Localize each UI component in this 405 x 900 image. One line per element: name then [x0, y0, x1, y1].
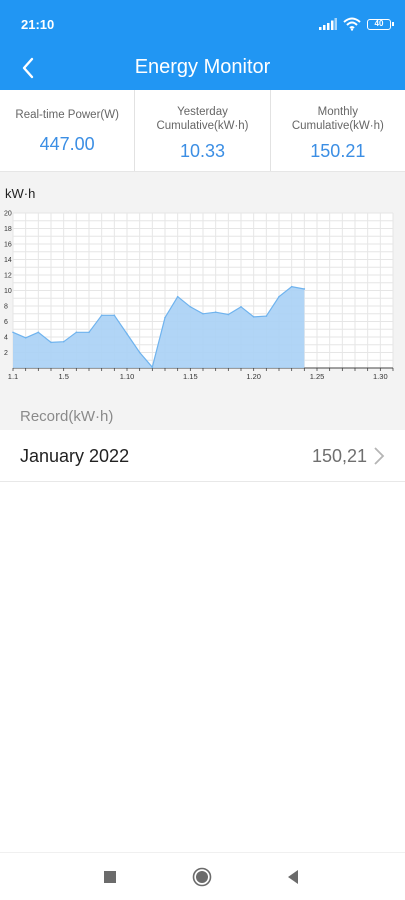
x-tick-label: 1.1: [8, 372, 18, 381]
x-tick-label: 1.15: [183, 372, 198, 381]
x-tick-label: 1.10: [120, 372, 135, 381]
record-value: 150,21: [311, 446, 367, 466]
system-nav-bar: [0, 852, 405, 900]
data-point: [227, 313, 230, 316]
circle-icon: [192, 867, 212, 887]
x-tick-label: 1.30: [373, 372, 388, 381]
recents-button[interactable]: [100, 867, 120, 887]
data-point: [126, 333, 128, 335]
data-point: [88, 331, 90, 334]
data-point: [164, 316, 166, 319]
data-point: [151, 366, 154, 369]
status-bar: 21:10 40: [0, 0, 405, 46]
status-icons: 40: [319, 17, 394, 31]
signal-icon: [319, 18, 337, 30]
y-tick-label: 2: [4, 350, 8, 357]
data-point: [176, 295, 179, 298]
data-point: [214, 311, 217, 313]
data-point: [138, 351, 141, 354]
data-point: [265, 315, 268, 317]
data-point: [189, 305, 192, 308]
data-point: [37, 331, 40, 334]
record-month: January 2022: [20, 446, 130, 466]
stat-yesterday-cumulative: Yesterday Cumulative(kW·h) 10.33: [134, 90, 269, 171]
stat-realtime-power: Real-time Power(W) 447.00: [0, 90, 134, 171]
data-point: [202, 312, 204, 315]
data-point: [50, 341, 52, 344]
y-tick-label: 6: [4, 319, 8, 326]
data-point: [113, 314, 116, 317]
y-tick-label: 16: [4, 242, 12, 249]
stat-label: Yesterday Cumulative(kW·h): [156, 106, 249, 132]
triangle-back-icon: [288, 870, 298, 884]
data-point: [252, 316, 255, 318]
data-point: [290, 285, 293, 288]
stat-value: 447.00: [39, 134, 95, 154]
y-tick-label: 18: [4, 226, 12, 233]
y-tick-label: 12: [4, 273, 12, 280]
battery-icon: 40: [367, 18, 394, 30]
energy-chart: 20 18 16 14 12 10 8 6 4 2 1.1 1.5 1.10 1.15 1.20 1.25 1.…: [4, 211, 394, 381]
x-tick-label: 1.25: [310, 372, 325, 381]
data-point: [278, 295, 280, 298]
status-time: 21:10: [21, 17, 55, 32]
records-section-title: Record(kW·h): [20, 408, 114, 425]
stat-label: Monthly Cumulative(kW·h): [291, 106, 384, 132]
y-tick-label: 8: [4, 304, 8, 311]
data-point: [62, 340, 65, 343]
y-tick-label: 14: [4, 257, 12, 264]
chevron-right-icon: [374, 447, 385, 465]
data-point: [303, 288, 306, 290]
stat-value: 10.33: [179, 141, 226, 161]
x-tick-label: 1.20: [246, 372, 261, 381]
energy-chart-panel: kW·h 20 18 16 14 12 10 8 6 4 2 1.1 1.5 1.10 1.15 1.20 1…: [0, 172, 405, 390]
summary-panel: Real-time Power(W) 447.00 Yesterday Cumu…: [0, 90, 405, 172]
stat-label: Real-time Power(W): [15, 109, 119, 121]
stat-monthly-cumulative: Monthly Cumulative(kW·h) 150.21: [269, 90, 405, 171]
stat-value: 150.21: [310, 141, 366, 161]
y-tick-label: 20: [4, 211, 12, 218]
y-tick-label: 4: [4, 335, 8, 342]
data-point: [12, 331, 14, 334]
records-section-header: Record(kW·h): [0, 390, 405, 430]
app-bar: Energy Monitor: [0, 46, 405, 90]
data-point: [24, 336, 27, 339]
nav-back-button[interactable]: [283, 867, 303, 887]
square-icon: [104, 871, 116, 883]
wifi-icon: [343, 17, 361, 31]
data-point: [75, 331, 78, 334]
data-point: [240, 305, 242, 308]
page-title: Energy Monitor: [134, 56, 271, 78]
x-tick-label: 1.5: [58, 372, 68, 381]
home-button[interactable]: [192, 867, 212, 887]
y-tick-label: 10: [4, 288, 12, 295]
record-row[interactable]: January 2022 150,21: [0, 430, 405, 482]
data-point: [100, 314, 103, 317]
